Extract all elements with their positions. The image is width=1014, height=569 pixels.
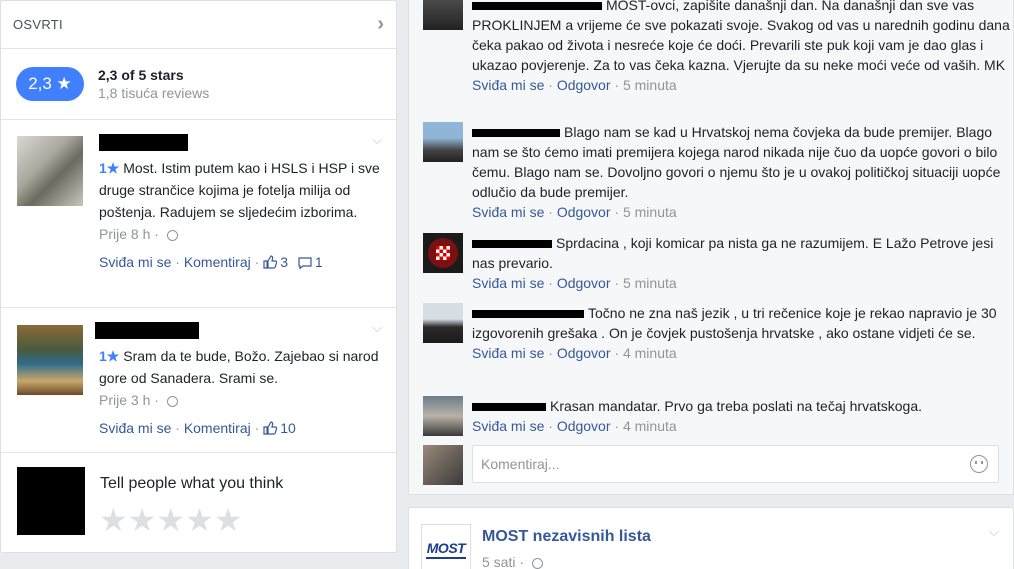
post-time-text[interactable]: 5 sati ·: [482, 554, 528, 569]
review-prompt: Tell people what you think: [100, 475, 284, 492]
emoji-icon[interactable]: [970, 455, 988, 473]
comment-button[interactable]: Komentiraj: [184, 254, 251, 270]
reviewer-avatar[interactable]: [17, 325, 83, 395]
comment-item: MOST-ovci, zapišite današnji dan. Na dan…: [421, 0, 1011, 95]
comment-time[interactable]: 5 minuta: [623, 275, 677, 291]
reviewer-name-redacted[interactable]: [99, 134, 188, 151]
write-review: Tell people what you think ★★★★★: [1, 453, 396, 551]
review-text: Most. Istim putem kao i HSLS i HSP i sve…: [99, 160, 380, 220]
comment-like-button[interactable]: Sviđa mi se: [472, 275, 544, 291]
comment-item: Sprdacina , koji komicar pa nista ga ne …: [421, 233, 1011, 293]
chevron-right-icon[interactable]: ›: [377, 13, 384, 36]
review-time[interactable]: Prije 8 h ·: [99, 226, 163, 242]
comment-like-button[interactable]: Sviđa mi se: [472, 204, 544, 220]
comment-like-button[interactable]: Sviđa mi se: [472, 77, 544, 93]
comment-text: MOST-ovci, zapišite današnji dan. Na dan…: [472, 0, 1010, 73]
review-item: ⌵ 1★ Sram da te bude, Božo. Zajebao si n…: [1, 308, 396, 453]
comment-text: Krasan mandatar. Prvo ga treba poslati n…: [550, 398, 922, 414]
page-name-link[interactable]: MOST nezavisnih lista: [482, 528, 651, 546]
comment-input[interactable]: [473, 446, 953, 482]
comment-reply-button[interactable]: Odgovor: [557, 345, 611, 361]
comment-time[interactable]: 4 minuta: [623, 418, 677, 434]
commenter-name-redacted[interactable]: [472, 2, 602, 11]
thumbs-up-icon[interactable]: [263, 421, 278, 435]
rating-summary-text: 2,3 of 5 stars: [98, 67, 184, 83]
comment-like-button[interactable]: Sviđa mi se: [472, 418, 544, 434]
next-post: MOST MOST nezavisnih lista 5 sati · ⌵: [408, 507, 1014, 569]
comment-count[interactable]: 1: [315, 254, 323, 270]
reviewer-name-redacted[interactable]: [95, 322, 199, 339]
current-user-avatar: [423, 445, 463, 485]
review-item: ⌵ 1★ Most. Istim putem kao i HSLS i HSP …: [1, 120, 396, 308]
commenter-avatar[interactable]: [423, 233, 463, 273]
comment-time[interactable]: 4 minuta: [623, 345, 677, 361]
like-count[interactable]: 10: [280, 420, 296, 436]
review-time[interactable]: Prije 3 h ·: [99, 392, 163, 408]
thumbs-up-icon[interactable]: [263, 255, 278, 269]
comment-reply-button[interactable]: Odgovor: [557, 275, 611, 291]
chevron-down-icon[interactable]: ⌵: [989, 524, 999, 540]
comment-item: Točno ne zna naš jezik , u tri rečenice …: [421, 303, 1011, 363]
rating-badge: 2,3 ★: [16, 67, 84, 101]
like-button[interactable]: Sviđa mi se: [99, 254, 171, 270]
commenter-name-redacted[interactable]: [472, 310, 584, 319]
comment-composer: [421, 445, 1011, 485]
user-avatar: [17, 467, 85, 535]
reviewer-avatar[interactable]: [17, 136, 83, 206]
post-comments: MOST-ovci, zapišite današnji dan. Na dan…: [408, 0, 1014, 495]
globe-icon: [166, 395, 178, 407]
reviews-column: OSVRTI › 2,3 ★ 2,3 of 5 stars 1,8 tisuća…: [0, 0, 397, 569]
post-time: 5 sati ·: [482, 554, 543, 569]
reviews-card: OSVRTI › 2,3 ★ 2,3 of 5 stars 1,8 tisuća…: [0, 0, 397, 553]
chevron-down-icon[interactable]: ⌵: [372, 132, 382, 148]
commenter-name-redacted[interactable]: [472, 240, 552, 249]
review-star-rating: 1★: [99, 348, 120, 364]
globe-icon: [166, 229, 178, 241]
comment-reply-button[interactable]: Odgovor: [557, 204, 611, 220]
review-star-rating: 1★: [99, 160, 120, 176]
reviews-header[interactable]: OSVRTI ›: [1, 1, 396, 49]
comment-item: Blago nam se kad u Hrvatskoj nema čovjek…: [421, 122, 1011, 222]
commenter-avatar[interactable]: [423, 122, 463, 162]
comment-button[interactable]: Komentiraj: [184, 420, 251, 436]
comment-reply-button[interactable]: Odgovor: [557, 77, 611, 93]
like-button[interactable]: Sviđa mi se: [99, 420, 171, 436]
comment-time[interactable]: 5 minuta: [623, 77, 677, 93]
comment-reply-button[interactable]: Odgovor: [557, 418, 611, 434]
like-count[interactable]: 3: [280, 254, 288, 270]
globe-icon: [531, 557, 543, 569]
page-logo[interactable]: MOST: [421, 524, 471, 569]
comment-bubble-icon[interactable]: [298, 257, 312, 269]
review-count: 1,8 tisuća reviews: [98, 85, 210, 101]
commenter-name-redacted[interactable]: [472, 403, 546, 412]
chevron-down-icon[interactable]: ⌵: [372, 320, 382, 336]
commenter-avatar[interactable]: [423, 396, 463, 436]
commenter-name-redacted[interactable]: [472, 129, 560, 138]
comment-item: Krasan mandatar. Prvo ga treba poslati n…: [421, 396, 1011, 436]
star-rating-input[interactable]: ★★★★★: [99, 501, 242, 539]
commenter-avatar[interactable]: [423, 303, 463, 343]
comment-like-button[interactable]: Sviđa mi se: [472, 345, 544, 361]
rating-summary: 2,3 ★ 2,3 of 5 stars 1,8 tisuća reviews: [1, 49, 396, 120]
review-text: Sram da te bude, Božo. Zajebao si narod …: [99, 348, 379, 386]
commenter-avatar[interactable]: [423, 0, 463, 30]
comment-box[interactable]: [472, 445, 999, 483]
logo-text: MOST: [426, 539, 466, 556]
reviews-title: OSVRTI: [13, 17, 63, 32]
logo-underline: [426, 556, 466, 559]
comment-time[interactable]: 5 minuta: [623, 204, 677, 220]
